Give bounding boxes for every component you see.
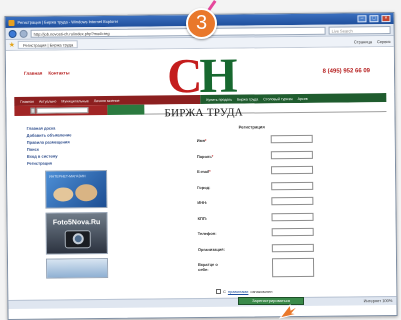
site-logo[interactable]: CH	[167, 48, 235, 104]
status-right: Интернет 100%	[363, 298, 393, 304]
form-row-name: Имя*	[197, 133, 357, 150]
city-field[interactable]	[271, 181, 314, 190]
rules-link[interactable]: правилами	[228, 289, 249, 294]
menu-item-job-exchange[interactable]: Биржа труда	[237, 97, 258, 101]
site-search-input[interactable]	[36, 107, 89, 114]
about-textarea[interactable]	[271, 257, 315, 278]
form-row-city: Город:	[197, 180, 357, 197]
strip-green	[107, 104, 145, 115]
label-about: Вкратце о себе:	[198, 261, 218, 273]
kpp-field[interactable]	[271, 212, 314, 221]
label-name: Имя	[196, 137, 205, 144]
menu-item-actual[interactable]: Актуально	[39, 99, 56, 103]
site-search-button[interactable]	[30, 107, 36, 114]
header-link-contacts[interactable]: Контакты	[48, 70, 69, 75]
forward-icon[interactable]	[19, 29, 28, 38]
menu-item-buy-sell[interactable]: Купить продать	[206, 97, 232, 101]
browser-tab[interactable]: Регистрация | Биржа труда	[17, 40, 79, 49]
label-organization: Организация:	[197, 246, 225, 252]
hand-image-2	[75, 184, 98, 202]
form-title: Регистрация	[238, 124, 265, 130]
site-header: Главная Контакты CH 8 (495) 952 66 09	[5, 46, 395, 103]
agree-prefix: С	[223, 289, 226, 294]
banner-photo[interactable]: Foto5Nova.Ru	[45, 211, 108, 255]
agree-checkbox[interactable]	[216, 289, 221, 294]
sidebar-item-register[interactable]: Регистрация	[27, 159, 127, 167]
url-input[interactable]: http://job.novosti-ch.ru/index.php?mod=r…	[30, 26, 326, 38]
form-row-email: E-mail*	[197, 164, 357, 181]
menu-item-archive[interactable]: Архив	[298, 96, 308, 100]
screenshot-scene: Регистрация | Биржа труда - Windows Inte…	[0, 0, 401, 320]
sidebar: Главная доска Добавить объявление Правил…	[27, 124, 129, 279]
menu-item-home[interactable]: Главная	[20, 99, 34, 103]
banner-shop[interactable]: ИНТЕРНЕТ-МАГАЗИН	[45, 169, 108, 209]
required-mark: *	[211, 153, 214, 159]
label-phone: Телефон:	[197, 230, 217, 237]
form-row-kpp: КПП:	[197, 211, 357, 228]
step-number-badge: 3	[186, 8, 217, 39]
phone-number: 8 (495) 952 66 09	[322, 68, 371, 75]
required-mark: *	[204, 137, 207, 143]
menu-page[interactable]: Страница	[354, 39, 372, 44]
inn-field[interactable]	[271, 196, 314, 206]
registration-form: Имя* Пароль* E-mail* Город: ИНН: КПП: Те…	[197, 133, 359, 283]
banner-extra[interactable]	[45, 257, 109, 279]
menu-item-opinion[interactable]: Личное мнение	[94, 98, 120, 102]
section-title: БИРЖА ТРУДА	[164, 106, 244, 120]
label-email: E-mail	[197, 168, 210, 175]
ie-icon	[8, 19, 15, 26]
web-page: Главная Контакты CH 8 (495) 952 66 09 Гл…	[5, 46, 397, 310]
form-row-password: Пароль*	[197, 149, 357, 166]
email-field[interactable]	[271, 165, 314, 175]
minimize-button[interactable]: –	[357, 15, 367, 23]
banner-shop-text: ИНТЕРНЕТ-МАГАЗИН	[49, 174, 86, 179]
agree-row: С правилами ознакомлен	[216, 289, 272, 294]
back-icon[interactable]	[8, 29, 17, 38]
label-inn: ИНН:	[197, 199, 208, 206]
organization-field[interactable]	[271, 243, 314, 252]
browser-window: Регистрация | Биржа труда - Windows Inte…	[4, 11, 398, 320]
label-kpp: КПП:	[197, 215, 208, 221]
form-row-organization: Организация:	[198, 242, 358, 259]
hand-image	[53, 187, 74, 202]
camera-lens-icon	[72, 233, 84, 245]
required-mark: *	[209, 168, 211, 174]
close-button[interactable]: ×	[381, 15, 391, 23]
label-city: Город:	[197, 184, 211, 190]
banner-photo-text: Foto5Nova.Ru	[52, 219, 101, 227]
favorites-star-icon[interactable]: ★	[9, 41, 15, 48]
name-field[interactable]	[270, 134, 313, 144]
maximize-button[interactable]: □	[369, 15, 379, 23]
label-password: Пароль	[196, 153, 212, 159]
agree-suffix: ознакомлен	[250, 289, 273, 294]
menu-tools[interactable]: Сервис	[377, 39, 391, 44]
phone-field[interactable]	[271, 227, 314, 237]
header-links: Главная Контакты	[24, 70, 70, 75]
status-bar: Интернет 100%	[8, 295, 397, 310]
toolbar-menu: Страница Сервис	[354, 39, 391, 44]
header-link-home[interactable]: Главная	[24, 71, 42, 76]
password-field[interactable]	[270, 150, 313, 159]
pointer-arrow-icon	[278, 303, 299, 319]
menu-item-municipal[interactable]: Муниципальные	[61, 99, 88, 103]
search-input[interactable]: Live Search	[328, 25, 391, 35]
form-row-inn: ИНН:	[197, 195, 357, 212]
menu-item-tourism[interactable]: Столовый туризм	[263, 97, 292, 101]
form-row-phone: Телефон:	[198, 226, 358, 243]
form-row-about: Вкратце о себе:	[198, 257, 358, 283]
